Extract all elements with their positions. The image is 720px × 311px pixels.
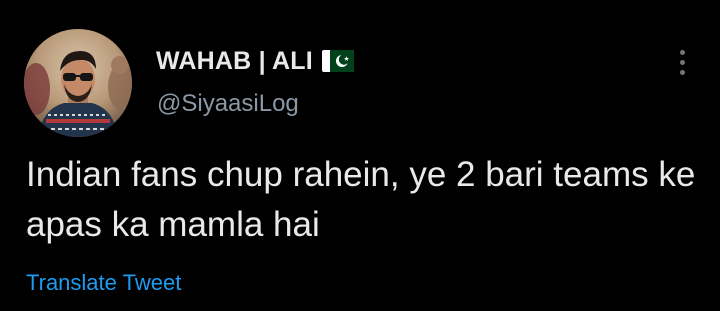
display-name[interactable]: WAHAB | ALI (156, 47, 313, 76)
more-vertical-icon (679, 59, 685, 65)
pakistan-flag-icon (321, 50, 354, 72)
more-options-button[interactable] (668, 44, 696, 80)
user-handle[interactable]: @SiyaasiLog (157, 90, 299, 118)
profile-photo-icon (24, 29, 132, 137)
name-row: WAHAB | ALI (156, 44, 354, 78)
tweet-text: Indian fans chup rahein, ye 2 bari teams… (26, 155, 696, 244)
more-vertical-icon (679, 69, 685, 75)
avatar[interactable] (24, 29, 132, 137)
translate-tweet-link[interactable]: Translate Tweet (26, 270, 181, 296)
more-vertical-icon (679, 49, 685, 55)
tweet-card: WAHAB | ALI @SiyaasiLog Indian fans chup… (0, 0, 720, 311)
